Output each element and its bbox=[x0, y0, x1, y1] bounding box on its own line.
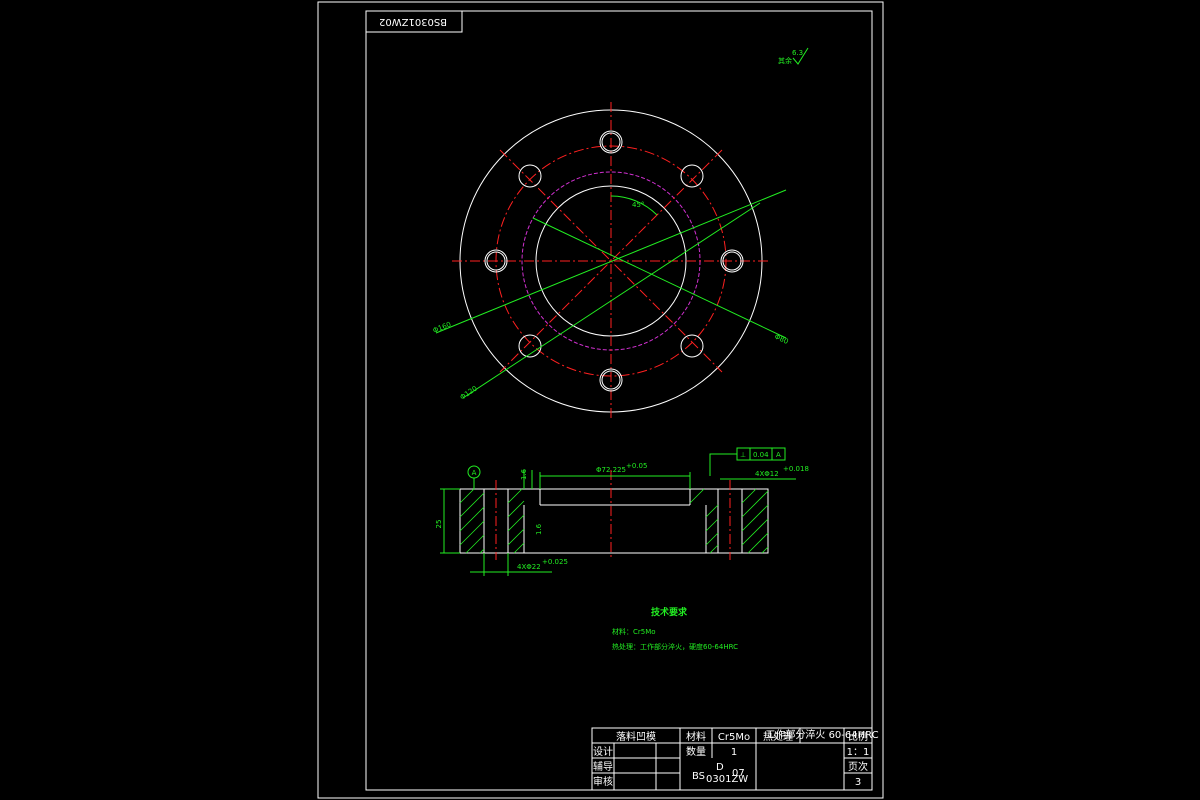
fcf-value: 0.04 bbox=[753, 451, 769, 459]
sheet-outer-border bbox=[317, 1, 884, 799]
surface-finish-value: 6.3 bbox=[792, 49, 803, 57]
qty-value: 1 bbox=[731, 747, 737, 758]
drawing-no-end: 07 bbox=[732, 768, 745, 779]
plan-view: 45° Φ160 Φ120 Φ80 bbox=[432, 102, 790, 420]
hole-callout-bottom: 4XΦ22 bbox=[517, 563, 541, 571]
bolt-hole bbox=[680, 164, 704, 188]
top-dim-tol: +0.05 bbox=[626, 462, 647, 470]
pages-value: 3 bbox=[855, 777, 861, 788]
technical-requirements: 技术要求 材料：Cr5Mo 热处理：工作部分淬火，硬度60-64HRC bbox=[612, 606, 738, 651]
design-label: 设计 bbox=[593, 745, 613, 758]
bolt-hole bbox=[680, 334, 704, 358]
hole-callout-top-tol: +0.018 bbox=[783, 465, 809, 473]
review-label: 审核 bbox=[593, 775, 613, 788]
surface-finish-note: 其余 6.3 bbox=[778, 47, 809, 65]
fcf-datum: A bbox=[776, 451, 781, 459]
guide-label: 辅导 bbox=[593, 760, 613, 773]
pages-label: 页次 bbox=[848, 760, 868, 773]
qty-label: 数量 bbox=[686, 745, 706, 758]
scale-label: 比例 bbox=[848, 730, 868, 743]
tech-req-title: 技术要求 bbox=[651, 606, 688, 618]
surface-finish-label: 其余 bbox=[778, 56, 792, 65]
part-name: 落料凹模 bbox=[616, 730, 656, 743]
drawing-no-sup: D bbox=[716, 762, 724, 773]
top-dim-text: Φ72.225 bbox=[596, 466, 626, 474]
drawing-no-main: BS bbox=[692, 771, 705, 782]
height-dim-text: 25 bbox=[435, 520, 443, 529]
title-block: 落料凹模 材料 Cr5Mo 热处理 工作部分淬火 60-64HRC 比例 设计 … bbox=[591, 727, 879, 791]
tech-req-line1: 材料：Cr5Mo bbox=[612, 627, 656, 636]
code-stamp: BS0301ZW02 bbox=[365, 10, 463, 33]
hole-callout-top: 4XΦ12 bbox=[755, 470, 779, 478]
material-label: 材料 bbox=[686, 730, 706, 743]
angle-label: 45° bbox=[632, 201, 644, 209]
section-view: A Φ72.225 +0.05 ⊥ 0.04 A 4XΦ12 +0.018 25… bbox=[435, 447, 809, 576]
cad-drawing-sheet: BS0301ZW02 其余 6.3 45° Φ160 Φ120 Φ80 A Φ7… bbox=[317, 1, 884, 799]
step-dim-b: 1.6 bbox=[535, 523, 543, 535]
drawing-number: BS 0301ZW D 07 bbox=[692, 762, 748, 785]
bolt-hole bbox=[518, 164, 542, 188]
hatching bbox=[459, 488, 769, 554]
code-stamp-text: BS0301ZW02 bbox=[379, 16, 447, 27]
section-outline bbox=[459, 488, 769, 554]
datum-label: A bbox=[472, 469, 477, 477]
hole-callout-bottom-tol: +0.025 bbox=[542, 558, 568, 566]
fcf-symbol: ⊥ bbox=[740, 451, 746, 459]
tech-req-line2: 热处理：工作部分淬火，硬度60-64HRC bbox=[612, 642, 738, 651]
material-value: Cr5Mo bbox=[718, 732, 750, 743]
sheet-inner-border bbox=[365, 10, 873, 791]
dim-label-phi80: Φ80 bbox=[773, 333, 789, 346]
dim-label-phi160: Φ160 bbox=[432, 320, 452, 334]
dim-label-phi120: Φ120 bbox=[459, 384, 479, 401]
scale-value: 1：1 bbox=[847, 747, 870, 758]
